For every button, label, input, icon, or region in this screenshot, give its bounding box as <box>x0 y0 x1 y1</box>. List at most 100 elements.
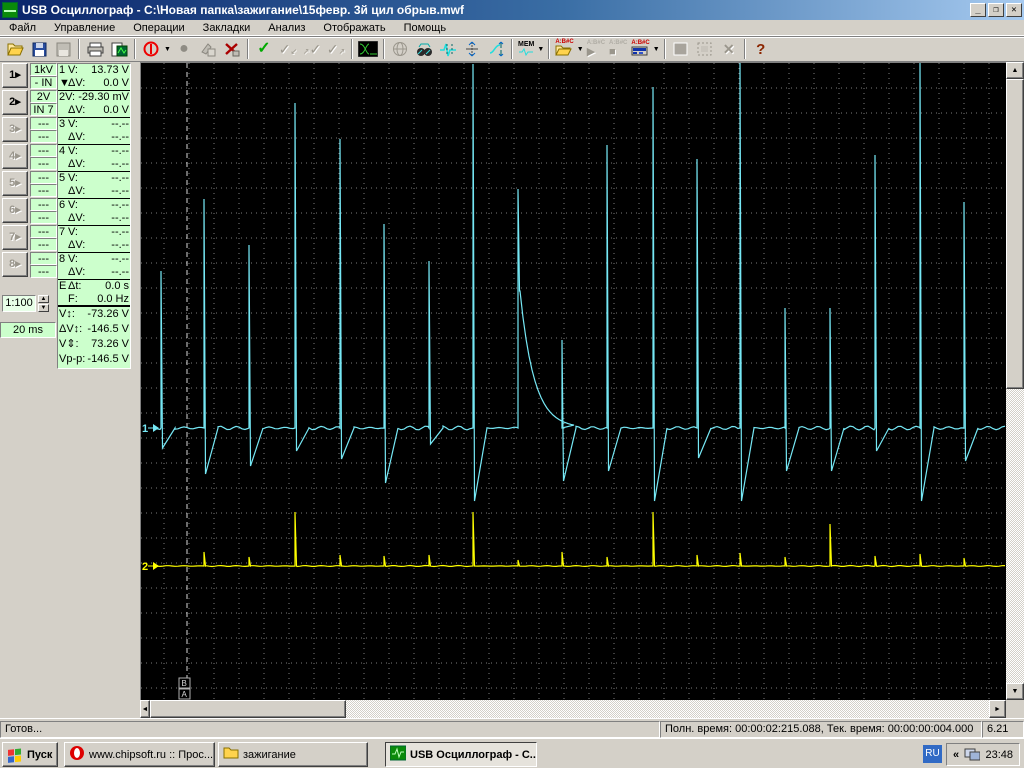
scroll-right-button[interactable]: ► <box>989 700 1006 718</box>
channel-1-range[interactable]: 1kV <box>30 63 57 76</box>
horizontal-scrollbar[interactable]: ◄ ► <box>140 700 1006 718</box>
select-region-dotted-button[interactable] <box>693 38 717 60</box>
v-value: --.-- <box>88 253 129 266</box>
search-button[interactable] <box>412 38 436 60</box>
invert-display-icon <box>358 41 378 57</box>
channel-8-button[interactable]: 8▸ <box>2 252 28 277</box>
save-button[interactable] <box>27 38 51 60</box>
v-value: --.-- <box>88 145 129 158</box>
trigger-marker <box>59 266 68 279</box>
memory-dropdown-caret[interactable]: ▼ <box>536 38 545 60</box>
save-fragment-button[interactable] <box>51 38 75 60</box>
oscilloscope-icon <box>390 745 410 764</box>
script-open-caret[interactable]: ▼ <box>576 38 585 60</box>
vscroll-thumb[interactable] <box>1006 79 1024 389</box>
menu-item-6[interactable]: Помощь <box>395 21 456 35</box>
restore-button[interactable]: ❐ <box>988 3 1004 17</box>
channel-2-input[interactable]: IN 7 <box>30 103 57 116</box>
script-play-button[interactable]: A:B#C ▶ <box>585 38 607 60</box>
stop-acquisition-button[interactable] <box>139 38 163 60</box>
confirm-all-button[interactable]: ↗✓ <box>300 38 324 60</box>
channel-5-button[interactable]: 5▸ <box>2 171 28 196</box>
oscilloscope-display[interactable]: 12BA <box>140 62 1006 700</box>
vscroll-track[interactable] <box>1006 389 1024 683</box>
menu-item-4[interactable]: Анализ <box>259 21 314 35</box>
time-per-division[interactable]: 20 ms <box>0 322 56 338</box>
tray-expand-chevron[interactable]: « <box>953 749 959 761</box>
menu-item-1[interactable]: Управление <box>45 21 124 35</box>
dv-value: --.-- <box>88 239 129 252</box>
channel-1-button[interactable]: 1▸ <box>2 63 28 88</box>
network-monitor-icon[interactable] <box>964 748 980 762</box>
script-stop-button[interactable]: A:B#C ■ <box>607 38 629 60</box>
channel-7-button[interactable]: 7▸ <box>2 225 28 250</box>
check-icon: ✓ <box>257 41 270 57</box>
scroll-up-button[interactable]: ▲ <box>1006 62 1024 79</box>
channel-4-button[interactable]: 4▸ <box>2 144 28 169</box>
v-label: V: <box>68 118 88 131</box>
dv-label: ΔV: <box>68 77 88 90</box>
menu-item-0[interactable]: Файл <box>0 21 45 35</box>
minimize-button[interactable]: _ <box>970 3 986 17</box>
vertical-scrollbar[interactable]: ▲ ▼ <box>1006 62 1024 700</box>
tray-clock: 23:48 <box>985 749 1013 761</box>
menu-item-3[interactable]: Закладки <box>194 21 260 35</box>
channel-6-button[interactable]: 6▸ <box>2 198 28 223</box>
channel-2-button[interactable]: 2▸ <box>2 90 28 115</box>
cursors-button[interactable] <box>460 38 484 60</box>
record-button[interactable]: ● <box>172 38 196 60</box>
task-button-2[interactable]: USB Осциллограф - C... <box>385 742 537 767</box>
script-panel-button[interactable]: A:B#C <box>629 38 651 60</box>
print-button[interactable] <box>83 38 107 60</box>
task-label: USB Осциллограф - C... <box>410 749 537 761</box>
confirm-next-button[interactable]: ✓↗ <box>324 38 348 60</box>
waveform-markers-icon <box>439 42 457 57</box>
print-preview-button[interactable] <box>107 38 131 60</box>
hscroll-thumb[interactable] <box>150 700 346 718</box>
v-value: --.-- <box>88 199 129 212</box>
script-open-button[interactable]: A:B#C <box>553 38 575 60</box>
confirm-button[interactable]: ✓ <box>252 38 276 60</box>
v-label: V: <box>68 145 88 158</box>
memory-button[interactable]: MEM <box>516 38 536 60</box>
channel-2-range[interactable]: 2V <box>30 90 57 103</box>
toolbar: ▼ ● ✓ ✓↙ ↗✓ ✓↗ MEM ▼ A:B#C ▼ A:B <box>0 36 1024 62</box>
scroll-left-button[interactable]: ◄ <box>140 700 150 718</box>
channel-6-readout: 6V:--.-- ΔV:--.-- <box>58 199 130 226</box>
window-title: USB Осциллограф - C:\Новая папка\зажиган… <box>22 3 968 17</box>
v-value: --.-- <box>88 118 129 131</box>
stop-dropdown-caret[interactable]: ▼ <box>163 38 172 60</box>
scale-trace-button[interactable] <box>484 38 508 60</box>
clear-region-button[interactable]: ✕ <box>717 38 741 60</box>
channel-1-input[interactable]: - IN 8 <box>30 76 57 89</box>
send-to-disk-button[interactable] <box>196 38 220 60</box>
invert-display-button[interactable] <box>356 38 380 60</box>
v-value: -29.30 mV <box>78 91 129 104</box>
task-button-0[interactable]: www.chipsoft.ru :: Прос... <box>64 742 215 767</box>
task-button-1[interactable]: зажигание <box>218 742 368 767</box>
ch-num: 5 <box>59 172 68 185</box>
scale-up-spinner[interactable]: ▲ <box>38 295 49 303</box>
open-file-button[interactable] <box>3 38 27 60</box>
delete-button[interactable] <box>220 38 244 60</box>
language-indicator[interactable]: RU <box>923 745 942 763</box>
dt-label: Δt: <box>68 280 88 293</box>
scale-down-spinner[interactable]: ▼ <box>38 304 49 312</box>
hscroll-track[interactable] <box>346 700 989 718</box>
v-label: V: <box>65 91 78 104</box>
menu-item-5[interactable]: Отображать <box>314 21 394 35</box>
select-region-button[interactable] <box>669 38 693 60</box>
help-button[interactable]: ? <box>749 38 773 60</box>
menu-item-2[interactable]: Операции <box>124 21 193 35</box>
confirm-prev-button[interactable]: ✓↙ <box>276 38 300 60</box>
script-panel-caret[interactable]: ▼ <box>652 38 661 60</box>
markers-button[interactable] <box>436 38 460 60</box>
close-button[interactable]: ✕ <box>1006 3 1022 17</box>
zoom-page-button[interactable] <box>388 38 412 60</box>
script-stop-icon: ■ <box>609 46 616 58</box>
scale-ratio-field[interactable]: 1:100 <box>2 295 36 312</box>
scroll-down-button[interactable]: ▼ <box>1006 683 1024 700</box>
channel-3-button[interactable]: 3▸ <box>2 117 28 142</box>
measurement-value: 73.26 V <box>79 337 129 352</box>
start-button[interactable]: Пуск <box>2 742 58 767</box>
